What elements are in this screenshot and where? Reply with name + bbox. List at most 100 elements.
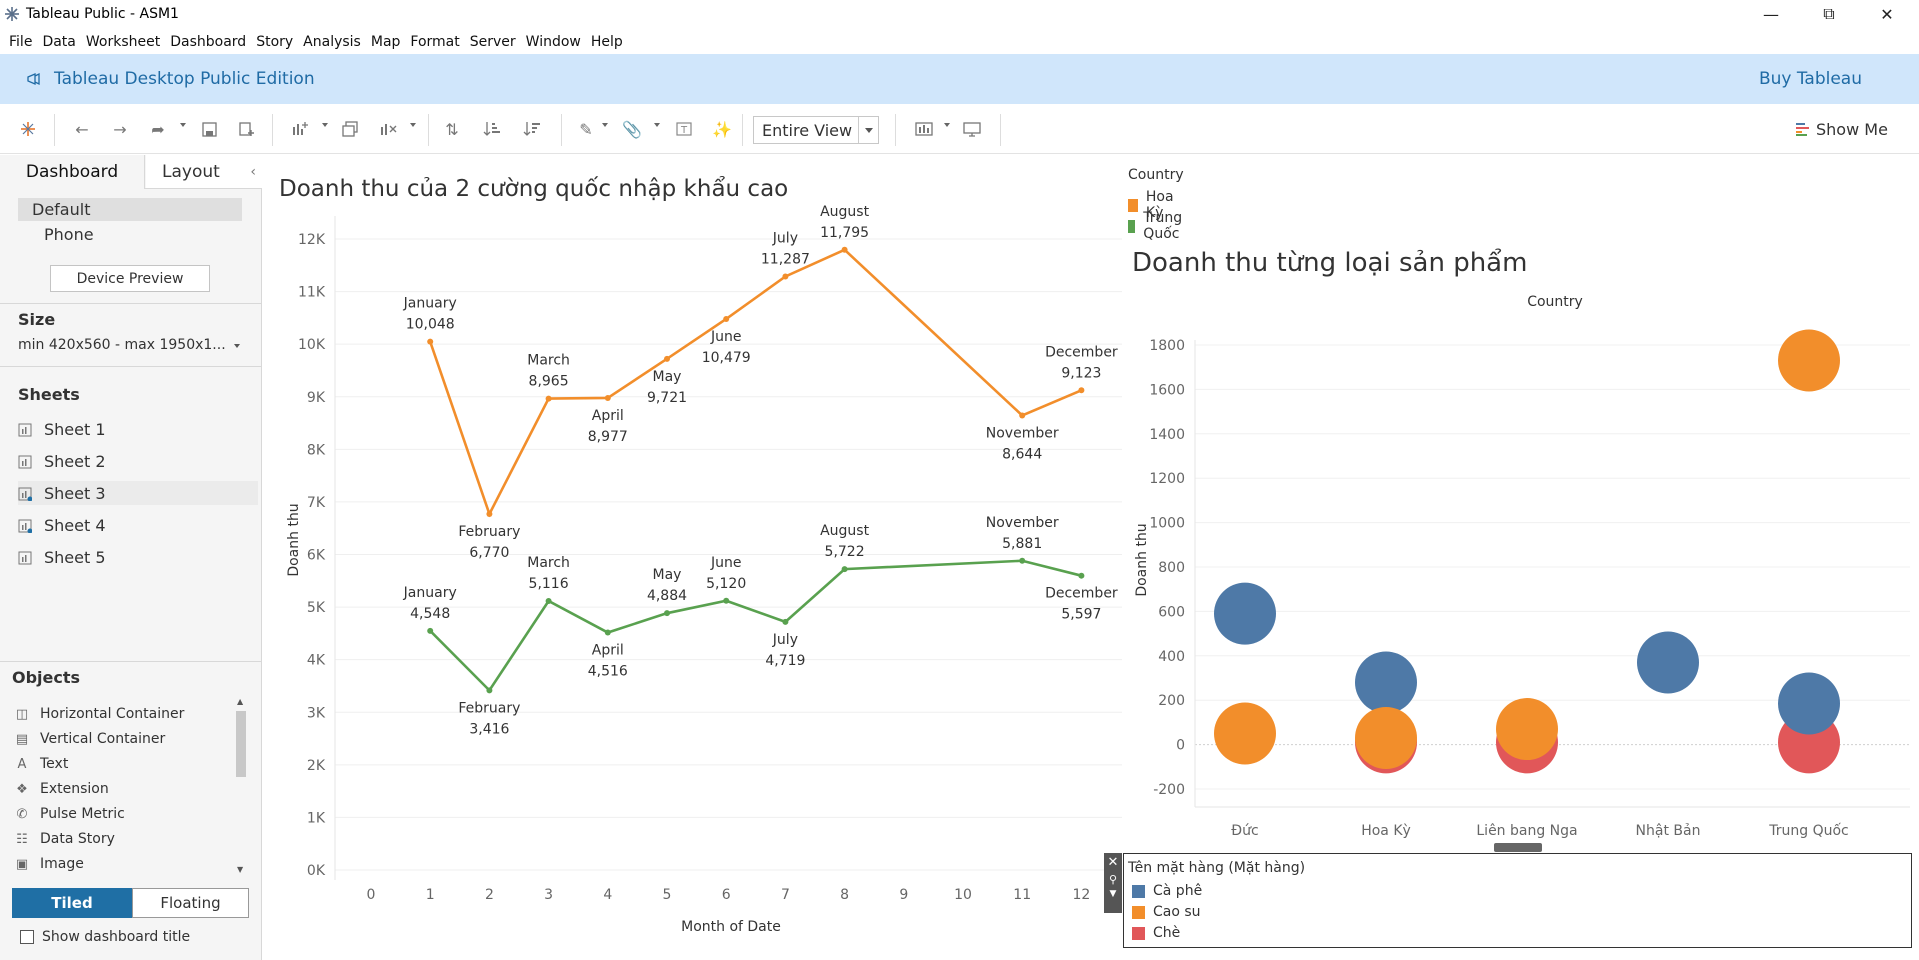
menu-story[interactable]: Story — [255, 34, 294, 50]
y-tick-label: 0 — [1176, 738, 1185, 754]
save-icon — [201, 121, 217, 137]
redo-button[interactable]: → — [108, 117, 132, 141]
undo-icon: ← — [75, 119, 89, 139]
fit-dropdown[interactable]: Entire View — [753, 116, 879, 144]
data-value-label: 4,516 — [588, 664, 628, 680]
pulse-metric-icon: ✆ — [16, 806, 28, 822]
highlight-button[interactable]: ✎ — [574, 117, 598, 141]
show-cards-button[interactable] — [912, 117, 936, 141]
save-button[interactable] — [197, 117, 221, 141]
data-value-label: 10,048 — [406, 317, 455, 333]
close-icon[interactable]: ✕ — [1104, 855, 1122, 870]
object-horizontal-container[interactable]: ◫ Horizontal Container — [14, 704, 185, 724]
x-category-label: Liên bang Nga — [1476, 823, 1577, 839]
data-value-label: 8,977 — [588, 429, 628, 445]
object-pulse-metric[interactable]: ✆ Pulse Metric — [14, 804, 125, 824]
undo-button[interactable]: ← — [70, 117, 94, 141]
sort-descending-button[interactable] — [520, 117, 544, 141]
object-label: Pulse Metric — [40, 806, 125, 822]
image-icon: ▣ — [15, 856, 29, 872]
object-label: Data Story — [40, 831, 115, 847]
close-button[interactable]: ✕ — [1864, 0, 1910, 28]
show-dashboard-title-toggle[interactable]: Show dashboard title — [20, 929, 190, 945]
group-members-button[interactable]: 📎 — [620, 117, 644, 141]
data-label: August — [820, 523, 870, 539]
tiled-button[interactable]: Tiled — [12, 888, 132, 918]
size-dropdown[interactable]: min 420x560 - max 1950x1... — [18, 337, 226, 353]
menu-worksheet[interactable]: Worksheet — [85, 34, 161, 50]
legend-item-che[interactable]: Chè — [1132, 925, 1180, 941]
data-label: December — [1045, 586, 1118, 602]
cards-icon — [915, 122, 933, 136]
tab-dashboard[interactable]: Dashboard — [0, 155, 145, 189]
sheet-item[interactable]: Sheet 4 — [18, 513, 258, 537]
replay-button[interactable]: ➦ — [146, 117, 170, 141]
sheet-item[interactable]: Sheet 1 — [18, 417, 258, 441]
y-tick-label: 1000 — [1149, 516, 1185, 532]
x-tick-label: 1 — [426, 887, 435, 903]
y-tick-label: 400 — [1158, 649, 1185, 665]
y-tick-label: 1600 — [1149, 382, 1185, 398]
show-me-button[interactable]: Show Me — [1796, 116, 1888, 142]
swap-rows-columns-button[interactable]: ⇅ — [440, 117, 464, 141]
edition-banner: Tableau Desktop Public Edition Buy Table… — [0, 54, 1919, 104]
menu-server[interactable]: Server — [469, 34, 517, 50]
legend-item-ca-phe[interactable]: Cà phê — [1132, 883, 1202, 899]
menu-analysis[interactable]: Analysis — [302, 34, 362, 50]
new-worksheet-icon — [293, 122, 308, 135]
duplicate-sheet-button[interactable] — [338, 117, 362, 141]
buy-tableau-link[interactable]: Buy Tableau — [1759, 69, 1862, 89]
object-vertical-container[interactable]: ▤ Vertical Container — [14, 729, 165, 749]
y-tick-label: 9K — [307, 390, 326, 406]
object-data-story[interactable]: ☷ Data Story — [14, 829, 115, 849]
object-extension[interactable]: ❖ Extension — [14, 779, 109, 799]
presentation-mode-button[interactable] — [960, 117, 984, 141]
menu-format[interactable]: Format — [409, 34, 460, 50]
new-datasource-button[interactable] — [235, 117, 259, 141]
menu-data[interactable]: Data — [41, 34, 76, 50]
resize-handle[interactable] — [1494, 843, 1542, 852]
worksheet-used-icon — [18, 486, 33, 502]
pin-icon[interactable]: ⚲ — [1104, 873, 1122, 886]
x-category-label: Hoa Kỳ — [1361, 823, 1411, 839]
device-phone[interactable]: Phone — [44, 225, 94, 244]
sort-ascending-button[interactable] — [480, 117, 504, 141]
worksheet-icon — [18, 454, 32, 469]
collapse-pane-icon[interactable]: ‹ — [250, 164, 256, 180]
checkbox[interactable] — [20, 930, 34, 944]
data-point — [723, 597, 730, 604]
objects-scrollbar[interactable]: ▲ ▼ — [234, 697, 248, 877]
legend-item-cao-su[interactable]: Cao su — [1132, 904, 1201, 920]
new-worksheet-button[interactable] — [288, 117, 312, 141]
legend-title: Tên mặt hàng (Mặt hàng) — [1128, 860, 1306, 876]
menu-window[interactable]: Window — [525, 34, 582, 50]
object-image[interactable]: ▣ Image — [14, 854, 84, 874]
data-point — [604, 629, 611, 636]
data-label: July — [772, 632, 798, 648]
menu-file[interactable]: File — [8, 34, 33, 50]
menu-help[interactable]: Help — [590, 34, 624, 50]
sheet-item[interactable]: Sheet 3 — [18, 481, 258, 505]
menu-dashboard[interactable]: Dashboard — [169, 34, 247, 50]
clear-sheet-button[interactable] — [376, 117, 400, 141]
sheet-item[interactable]: Sheet 5 — [18, 545, 258, 569]
chevron-down-icon[interactable]: ▼ — [1104, 889, 1122, 899]
show-mark-labels-button[interactable]: T — [672, 117, 696, 141]
device-preview-button[interactable]: Device Preview — [50, 265, 210, 292]
menu-map[interactable]: Map — [370, 34, 402, 50]
sheet-item[interactable]: Sheet 2 — [18, 449, 258, 473]
duplicate-icon — [342, 121, 358, 137]
y-tick-label: 200 — [1158, 693, 1185, 709]
tab-layout[interactable]: Layout — [146, 155, 262, 189]
object-text[interactable]: A Text — [14, 754, 69, 774]
floating-button[interactable]: Floating — [132, 888, 249, 918]
restore-button[interactable]: ⧉ — [1806, 0, 1852, 28]
minimize-button[interactable]: — — [1748, 0, 1794, 28]
device-default[interactable]: Default — [18, 198, 242, 221]
object-label: Image — [40, 856, 84, 872]
fix-axes-button[interactable]: ✨ — [710, 117, 734, 141]
x-category-label: Đức — [1231, 823, 1258, 839]
data-value-label: 8,644 — [1002, 446, 1042, 462]
worksheet-icon — [18, 422, 32, 437]
tableau-home-button[interactable] — [16, 117, 40, 141]
